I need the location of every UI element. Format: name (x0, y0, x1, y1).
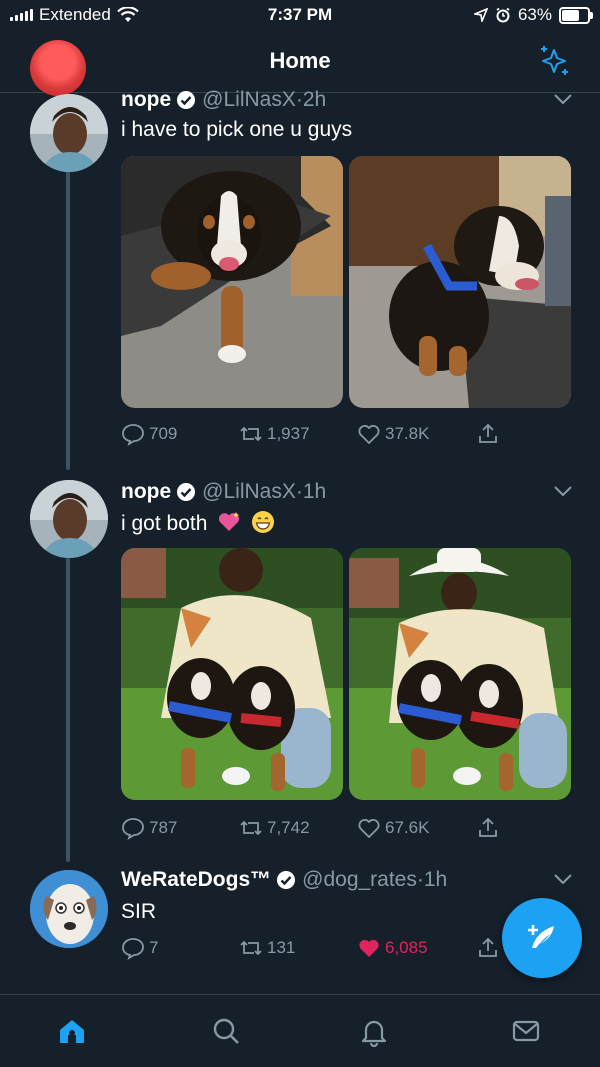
tweet-timestamp[interactable]: 1h (303, 480, 326, 504)
heart-filled-icon (359, 939, 379, 957)
tweet-timestamp[interactable]: 1h (424, 868, 447, 892)
compose-tweet-button[interactable] (502, 898, 582, 978)
retweet-count: 1,937 (267, 424, 310, 443)
like-count: 67.6K (385, 818, 430, 837)
heart-icon (358, 425, 380, 444)
user-avatar[interactable] (30, 870, 108, 948)
share-icon (479, 937, 497, 957)
alarm-clock-icon (496, 7, 510, 23)
tweet-text: i have to pick one u guys (121, 118, 353, 141)
display-name[interactable]: WeRateDogs™ (121, 868, 271, 892)
user-avatar[interactable] (30, 94, 108, 172)
share-icon (479, 423, 497, 443)
sparkling-heart-emoji (219, 512, 240, 531)
share-button[interactable] (476, 936, 500, 960)
chevron-down-icon[interactable] (554, 486, 572, 496)
puppy-blue-harness-photo[interactable] (349, 156, 571, 408)
retweet-button[interactable]: 131 (239, 936, 295, 960)
user-handle[interactable]: @dog_rates (302, 868, 417, 892)
sparkle-icon[interactable] (536, 42, 572, 78)
reply-icon (122, 424, 144, 446)
like-button[interactable]: 37.8K (357, 422, 429, 446)
battery-percentage: 63% (517, 5, 552, 24)
puppy-on-mat-photo[interactable] (121, 156, 343, 408)
retweet-count: 7,742 (267, 818, 310, 837)
share-icon (479, 817, 497, 837)
separator: · (295, 88, 303, 111)
retweet-icon (240, 820, 262, 836)
location-arrow-icon (473, 8, 488, 22)
user-avatar[interactable] (30, 480, 108, 558)
like-button[interactable]: 6,085 (357, 936, 428, 960)
share-button[interactable] (476, 816, 500, 840)
media-grid (121, 548, 571, 800)
tweet-text: SIR (121, 900, 157, 923)
retweet-button[interactable]: 7,742 (239, 816, 310, 840)
tweet[interactable]: nope @LilNasX · 1h i got both 787 7,742 … (0, 478, 600, 858)
user-handle[interactable]: @LilNasX (202, 480, 296, 504)
reply-count: 787 (149, 818, 178, 837)
like-count: 37.8K (385, 424, 430, 443)
tweet-actions: 709 1,937 37.8K (121, 422, 511, 450)
reply-button[interactable]: 709 (121, 422, 177, 446)
cowboy-hat-man-with-two-puppies-photo[interactable] (349, 548, 571, 800)
verified-badge-icon (177, 91, 196, 109)
display-name[interactable]: nope (121, 88, 171, 112)
bottom-tab-bar (0, 994, 600, 1067)
tweet-text: i got both (121, 512, 208, 535)
reply-count: 7 (149, 938, 159, 957)
page-title: Home (269, 48, 331, 73)
heart-icon (358, 819, 380, 838)
media-grid (121, 156, 571, 408)
tweet[interactable]: nope @LilNasX · 2h i have to pick one u … (0, 88, 600, 472)
tweet-timestamp[interactable]: 2h (303, 88, 326, 112)
separator: · (416, 868, 424, 891)
reply-count: 709 (149, 424, 178, 443)
verified-badge-icon (177, 483, 196, 501)
battery-icon (559, 6, 593, 24)
grinning-face-emoji (252, 511, 275, 533)
chevron-down-icon[interactable] (554, 94, 572, 104)
search-icon[interactable] (210, 1015, 242, 1047)
tweet-actions: 787 7,742 67.6K (121, 816, 511, 844)
reply-icon (122, 938, 144, 960)
home-icon[interactable] (56, 1015, 88, 1047)
like-count: 6,085 (385, 938, 428, 957)
retweet-button[interactable]: 1,937 (239, 422, 310, 446)
display-name[interactable]: nope (121, 480, 171, 504)
verified-badge-icon (277, 871, 296, 889)
reply-button[interactable]: 787 (121, 816, 177, 840)
like-button[interactable]: 67.6K (357, 816, 429, 840)
retweet-icon (240, 426, 262, 442)
user-handle[interactable]: @LilNasX (202, 88, 296, 112)
tweet-actions: 7 131 6,085 (121, 936, 511, 964)
man-with-two-puppies-photo[interactable] (121, 548, 343, 800)
retweet-count: 131 (267, 938, 296, 957)
share-button[interactable] (476, 422, 500, 446)
retweet-icon (240, 940, 262, 956)
reply-icon (122, 818, 144, 840)
compose-tweet-icon (528, 925, 554, 948)
status-bar: Extended 7:37 PM 63% (0, 0, 600, 32)
reply-button[interactable]: 7 (121, 936, 158, 960)
notifications-bell-icon[interactable] (358, 1015, 390, 1047)
separator: · (295, 480, 303, 503)
messages-envelope-icon[interactable] (510, 1015, 542, 1047)
chevron-down-icon[interactable] (554, 874, 572, 884)
top-app-bar: Home (0, 32, 600, 96)
